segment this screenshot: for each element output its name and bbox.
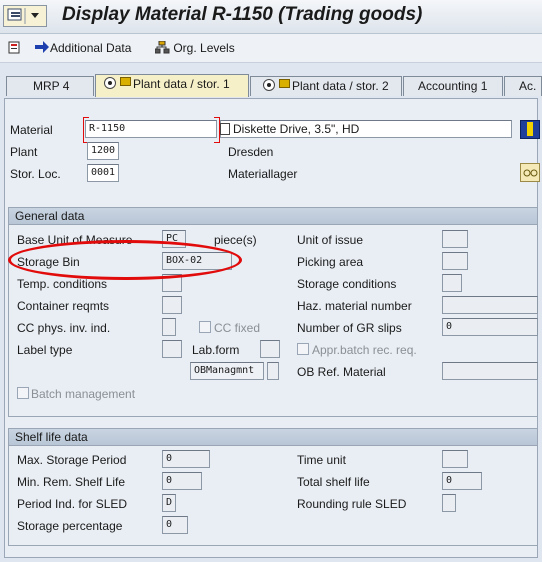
storage-percentage-field[interactable]: 0 xyxy=(162,516,188,534)
storage-location-field[interactable]: 0001 xyxy=(87,164,119,182)
period-ind-sled-field[interactable]: D xyxy=(162,494,176,512)
flag-icon xyxy=(120,77,131,86)
ob-ref-material-label: OB Ref. Material xyxy=(297,365,386,379)
ob-ref-material-field[interactable] xyxy=(442,362,538,380)
display-change-icon xyxy=(8,41,20,54)
base-uom-text: piece(s) xyxy=(214,233,257,247)
cc-phys-inv-label: CC phys. inv. ind. xyxy=(17,321,111,335)
application-toolbar: Additional Data Org. Levels xyxy=(0,34,542,63)
title-bar: Display Material R-1150 (Trading goods) xyxy=(0,0,542,34)
haz-material-field[interactable] xyxy=(442,296,538,314)
glasses-icon xyxy=(523,169,538,177)
container-reqmts-label: Container reqmts xyxy=(17,299,110,313)
rounding-rule-sled-field[interactable] xyxy=(442,494,456,512)
flag-icon xyxy=(279,79,290,88)
tab-accounting-2[interactable]: Ac. xyxy=(504,76,542,96)
tab-label: Plant data / stor. 2 xyxy=(292,79,389,93)
max-storage-period-field[interactable]: 0 xyxy=(162,450,210,468)
cc-phys-inv-field[interactable] xyxy=(162,318,176,336)
min-rem-shelf-life-field[interactable]: 0 xyxy=(162,472,202,490)
long-text-icon[interactable] xyxy=(220,123,230,135)
plant-label: Plant xyxy=(10,145,38,159)
system-menu-button[interactable] xyxy=(3,5,47,27)
additional-data-button[interactable]: Additional Data xyxy=(34,41,131,55)
haz-material-label: Haz. material number xyxy=(297,299,412,313)
batch-management-label: Batch management xyxy=(31,387,136,401)
focus-bracket-left xyxy=(83,117,89,143)
where-used-button[interactable] xyxy=(520,163,540,182)
plant-field[interactable]: 1200 xyxy=(87,142,119,160)
tab-label: Plant data / stor. 1 xyxy=(133,77,230,91)
storage-location-name: Materiallager xyxy=(228,167,298,181)
picking-area-label: Picking area xyxy=(297,255,364,269)
selected-radio-icon xyxy=(104,77,116,89)
period-ind-sled-label: Period Ind. for SLED xyxy=(17,497,128,511)
org-hierarchy-icon xyxy=(154,40,170,54)
cc-fixed-checkbox[interactable] xyxy=(199,321,211,333)
general-data-title: General data xyxy=(9,208,537,225)
tab-mrp-4[interactable]: MRP 4 xyxy=(6,76,94,96)
tab-label: Accounting 1 xyxy=(418,79,488,93)
material-label: Material xyxy=(10,123,53,137)
label-type-field[interactable] xyxy=(162,340,182,358)
lab-form-label: Lab.form xyxy=(192,343,240,357)
temp-conditions-field[interactable] xyxy=(162,274,182,292)
label-type-label: Label type xyxy=(17,343,73,357)
radio-icon xyxy=(263,79,275,91)
time-unit-label: Time unit xyxy=(297,453,346,467)
tab-plant-data-stor-1[interactable]: Plant data / stor. 1 xyxy=(95,74,249,97)
tab-plant-data-stor-2[interactable]: Plant data / stor. 2 xyxy=(250,76,402,96)
tab-label: Ac. xyxy=(519,79,537,93)
storage-bin-label: Storage Bin xyxy=(17,255,80,269)
org-levels-button[interactable]: Org. Levels xyxy=(154,40,235,55)
storage-percentage-label: Storage percentage xyxy=(17,519,123,533)
info-button[interactable] xyxy=(520,120,540,139)
storage-conditions-label: Storage conditions xyxy=(297,277,397,291)
total-shelf-life-label: Total shelf life xyxy=(297,475,370,489)
total-shelf-life-field[interactable]: 0 xyxy=(442,472,482,490)
appr-batch-label: Appr.batch rec. req. xyxy=(312,343,417,357)
shelf-life-title: Shelf life data xyxy=(9,429,537,446)
tab-accounting-1[interactable]: Accounting 1 xyxy=(403,76,503,96)
base-uom-field[interactable]: PC xyxy=(162,230,186,248)
unit-of-issue-field[interactable] xyxy=(442,230,468,248)
min-rem-shelf-life-label: Min. Rem. Shelf Life xyxy=(17,475,126,489)
storage-conditions-field[interactable] xyxy=(442,274,462,292)
plant-name: Dresden xyxy=(228,145,274,159)
gr-slips-label: Number of GR slips xyxy=(297,321,402,335)
gr-slips-field[interactable]: 0 xyxy=(442,318,538,336)
temp-conditions-label: Temp. conditions xyxy=(17,277,108,291)
rounding-rule-sled-label: Rounding rule SLED xyxy=(297,497,407,511)
tab-strip: MRP 4 Plant data / stor. 1 Plant data / … xyxy=(0,70,542,98)
time-unit-field[interactable] xyxy=(442,450,468,468)
change-display-button[interactable] xyxy=(8,41,22,56)
batch-management-checkbox[interactable] xyxy=(17,387,29,399)
material-description-field[interactable]: Diskette Drive, 3.5", HD xyxy=(220,120,512,138)
container-reqmts-field[interactable] xyxy=(162,296,182,314)
ob-managmnt-field[interactable] xyxy=(267,362,279,380)
additional-data-label: Additional Data xyxy=(50,41,132,55)
picking-area-field[interactable] xyxy=(442,252,468,270)
unit-of-issue-label: Unit of issue xyxy=(297,233,364,247)
appr-batch-checkbox[interactable] xyxy=(297,343,309,355)
storage-location-label: Stor. Loc. xyxy=(10,167,61,181)
lab-form-field[interactable] xyxy=(260,340,280,358)
storage-bin-field[interactable]: BOX-02 xyxy=(162,252,232,270)
org-levels-label: Org. Levels xyxy=(173,41,235,55)
system-menu-icon xyxy=(7,8,39,24)
page-title: Display Material R-1150 (Trading goods) xyxy=(62,4,423,25)
tab-label: MRP 4 xyxy=(33,79,70,93)
cc-fixed-label: CC fixed xyxy=(214,321,261,335)
arrow-right-icon xyxy=(35,41,49,53)
ob-managmnt-label: OBManagmnt xyxy=(190,362,264,380)
info-icon xyxy=(527,122,533,136)
max-storage-period-label: Max. Storage Period xyxy=(17,453,127,467)
material-field[interactable]: R-1150 xyxy=(85,120,217,138)
base-uom-label: Base Unit of Measure xyxy=(17,233,133,247)
